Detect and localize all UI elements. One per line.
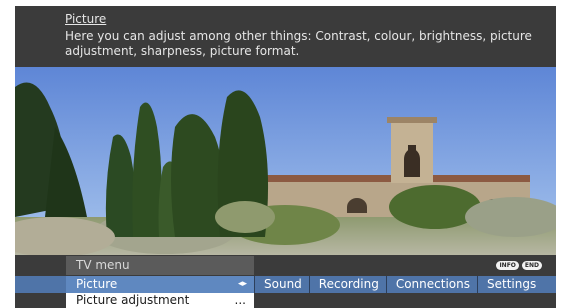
more-indicator: ...: [234, 293, 246, 307]
menu-item-picture-label: Picture: [76, 277, 118, 291]
menu-item-picture[interactable]: Picture ◂▸: [66, 276, 254, 293]
help-panel: Picture Here you can adjust among other …: [15, 6, 556, 67]
menu-item-settings[interactable]: Settings: [476, 276, 543, 293]
end-key-badge[interactable]: END: [521, 261, 542, 270]
key-hints: INFO END: [496, 261, 542, 270]
tv-screen: Picture Here you can adjust among other …: [15, 6, 556, 308]
menu-item-sound[interactable]: Sound: [254, 276, 309, 293]
submenu-item-label: Picture adjustment: [76, 293, 190, 307]
landscape-image: [15, 67, 556, 255]
help-title: Picture: [65, 12, 107, 26]
left-right-arrows-icon: ◂▸: [237, 279, 247, 289]
menu-title: TV menu: [66, 256, 254, 275]
background-photo: [15, 67, 556, 255]
help-text: Here you can adjust among other things: …: [65, 29, 532, 58]
menu-main-row: Picture ◂▸ Sound Recording Connections S…: [15, 276, 556, 293]
info-key-badge[interactable]: INFO: [496, 261, 519, 270]
menu-tabs: Sound Recording Connections Settings: [254, 276, 543, 293]
menu-bar: INFO END TV menu Picture ◂▸ Sound Record…: [15, 255, 556, 308]
menu-item-recording[interactable]: Recording: [308, 276, 386, 293]
submenu-item-picture-adjustment[interactable]: Picture adjustment ...: [66, 293, 254, 308]
menu-item-connections[interactable]: Connections: [385, 276, 477, 293]
